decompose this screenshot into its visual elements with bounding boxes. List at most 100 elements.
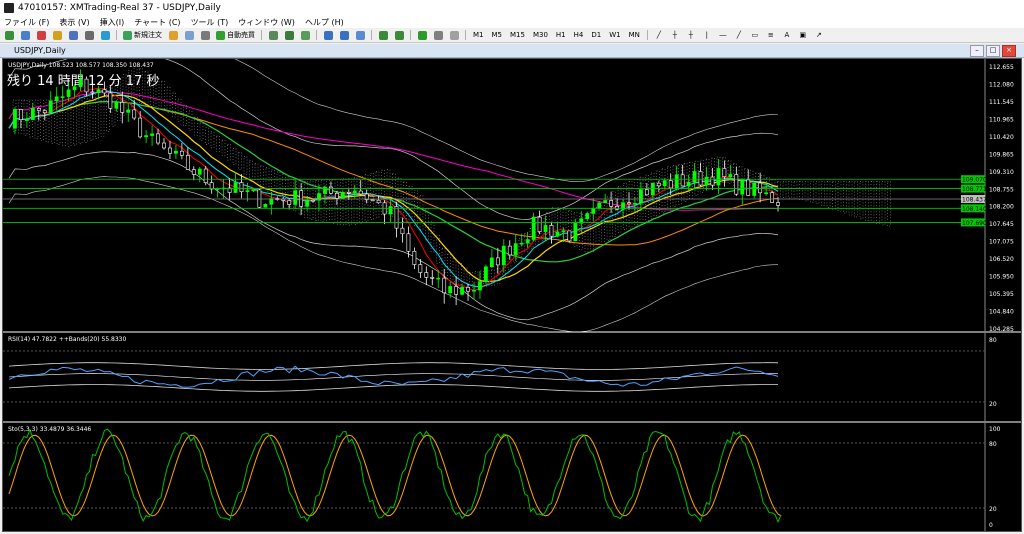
profiles-button[interactable] xyxy=(18,30,32,40)
autoscroll-button[interactable] xyxy=(376,30,390,40)
candle-body xyxy=(531,216,536,240)
horizontal-line-button[interactable]: ― xyxy=(716,30,730,40)
title-bar: 47010157: XMTrading-Real 37 - USDJPY,Dai… xyxy=(0,0,1024,16)
toolbar-separator xyxy=(646,30,648,40)
vertical-line-button[interactable]: | xyxy=(700,30,714,40)
periods-button[interactable] xyxy=(431,30,445,40)
price-tick-label: 107.645 xyxy=(989,221,1014,228)
candle-body xyxy=(406,233,411,252)
bar-chart-button[interactable] xyxy=(266,30,280,40)
candle-body xyxy=(513,243,518,256)
line-tool-button[interactable]: ╱ xyxy=(652,30,666,40)
history-button[interactable] xyxy=(166,30,180,40)
maximize-button[interactable]: □ xyxy=(986,45,1000,57)
candle-body xyxy=(495,257,500,266)
signals-icon xyxy=(184,30,194,40)
candle-body xyxy=(656,182,661,187)
close-button[interactable]: × xyxy=(1002,45,1016,57)
price-label-text: 108.771 xyxy=(962,186,987,193)
timeframe-h1[interactable]: H1 xyxy=(553,31,569,39)
stochastic-panel: Sto(5,3,3) 33.4879 36.3446 100 80 20 0 xyxy=(3,421,1021,531)
menu-tools[interactable]: ツール (T) xyxy=(191,17,229,28)
candle-body xyxy=(501,245,506,266)
candle-body xyxy=(84,78,89,93)
menu-view[interactable]: 表示 (V) xyxy=(59,17,89,28)
chart-shift-button[interactable] xyxy=(392,30,406,40)
candle-body xyxy=(770,192,774,203)
menu-help[interactable]: ヘルプ (H) xyxy=(305,17,344,28)
auto-trading-button[interactable]: 自動売買 xyxy=(214,30,257,40)
timeframe-h4[interactable]: H4 xyxy=(571,31,587,39)
text-tool-button[interactable]: A xyxy=(780,30,794,40)
timeframe-mn[interactable]: MN xyxy=(626,31,643,39)
candle-body xyxy=(489,257,494,268)
terminal-button[interactable] xyxy=(82,30,96,40)
fibo-button[interactable]: ≡ xyxy=(764,30,778,40)
timeframe-d1[interactable]: D1 xyxy=(588,31,604,39)
rsi-header: RSI(14) 47.7822 ++Bands(20) 55.8330 xyxy=(8,336,126,343)
chart-window[interactable]: USDJPY,Daily 108.523 108.577 108.350 108… xyxy=(2,26,1022,532)
market-watch-button[interactable] xyxy=(34,30,48,40)
candle-body xyxy=(174,150,178,154)
tester-button[interactable] xyxy=(98,30,112,40)
menu-insert[interactable]: 挿入(I) xyxy=(100,17,125,28)
arrows-button[interactable]: ↗ xyxy=(812,30,826,40)
candle-body xyxy=(585,213,590,220)
navigator-button[interactable] xyxy=(66,30,80,40)
channel-button[interactable]: ▭ xyxy=(748,30,762,40)
data-window-button[interactable] xyxy=(50,30,64,40)
timeframe-m5[interactable]: M5 xyxy=(489,31,506,39)
menu-chart[interactable]: チャート (C) xyxy=(134,17,180,28)
candle-body xyxy=(185,155,190,170)
candle-body xyxy=(358,190,363,195)
cursor-button[interactable]: ┼ xyxy=(684,30,698,40)
candle-body xyxy=(639,189,643,204)
timeframe-m15[interactable]: M15 xyxy=(507,31,528,39)
candle-body xyxy=(334,192,339,199)
candle-body xyxy=(722,168,727,178)
countdown-text: 残り 14 時間 12 分 17 秒 xyxy=(7,74,159,89)
timeframe-m30[interactable]: M30 xyxy=(530,31,551,39)
line-chart-button[interactable] xyxy=(298,30,312,40)
label-tool-button[interactable]: ▣ xyxy=(796,30,810,40)
toolbar-separator xyxy=(261,30,262,40)
menu-file[interactable]: ファイル (F) xyxy=(4,17,49,28)
timeframe-w1[interactable]: W1 xyxy=(606,31,623,39)
price-tick-label: 109.310 xyxy=(989,169,1014,176)
stochastic-tick-100: 100 xyxy=(989,426,1001,433)
timeframe-m1[interactable]: M1 xyxy=(470,31,487,39)
crosshair-button[interactable]: ┼ xyxy=(668,30,682,40)
tile-windows-button[interactable] xyxy=(353,30,367,40)
indicators-button[interactable] xyxy=(415,30,429,40)
signals-button[interactable] xyxy=(182,30,196,40)
navigator-icon xyxy=(68,30,78,40)
candle-body xyxy=(728,174,733,178)
candle-body xyxy=(776,202,780,206)
app-icon xyxy=(4,3,14,13)
minimize-button[interactable]: – xyxy=(970,45,984,57)
candle-body xyxy=(72,86,77,91)
candle-body xyxy=(698,171,703,186)
candle-body xyxy=(561,230,566,233)
candle-body xyxy=(609,200,614,207)
candle-body xyxy=(555,231,560,237)
menu-window[interactable]: ウィンドウ (W) xyxy=(238,17,295,28)
candlestick-button[interactable] xyxy=(282,30,296,40)
price-tick-label: 109.865 xyxy=(989,151,1014,158)
chart-canvas[interactable]: USDJPY,Daily 108.523 108.577 108.350 108… xyxy=(3,26,1021,531)
candle-body xyxy=(54,96,59,102)
tile-windows-icon xyxy=(355,30,365,40)
market-button[interactable] xyxy=(198,30,212,40)
candle-body xyxy=(460,287,464,295)
trendline-button[interactable]: ╱ xyxy=(732,30,746,40)
new-order-button[interactable]: 新規注文 xyxy=(121,30,164,40)
candle-body xyxy=(430,276,435,279)
chart-shift-icon xyxy=(394,30,404,40)
zoom-out-button[interactable] xyxy=(337,30,351,40)
zoom-in-button[interactable] xyxy=(321,30,335,40)
new-chart-button[interactable] xyxy=(2,30,16,40)
candle-body xyxy=(48,100,53,114)
candle-body xyxy=(60,96,65,98)
candle-body xyxy=(144,135,149,138)
templates-button[interactable] xyxy=(447,30,461,40)
